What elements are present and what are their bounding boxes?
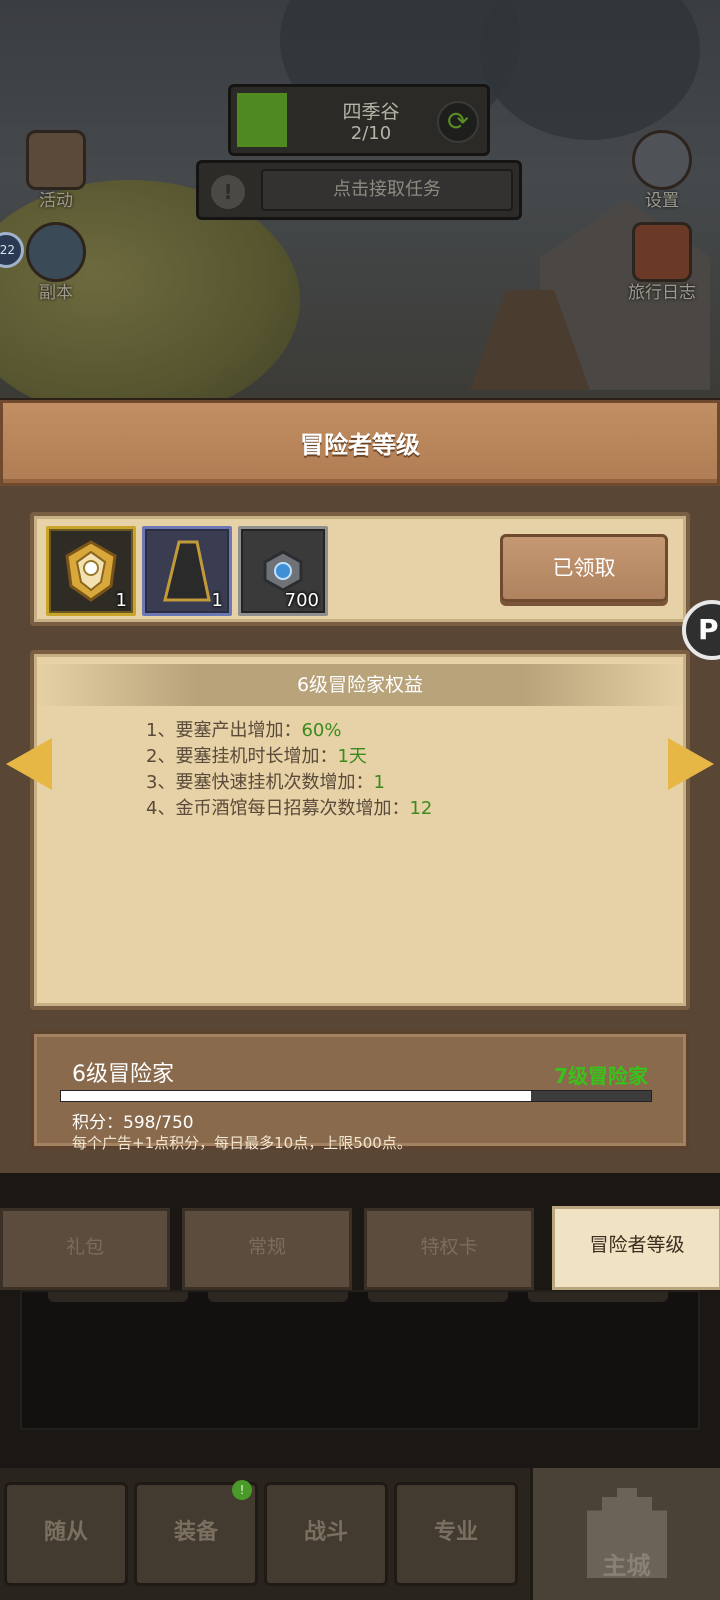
stage-progress: 2/10 bbox=[350, 123, 392, 144]
score-note: 每个广告+1点积分，每日最多10点，上限500点。 bbox=[72, 1134, 412, 1152]
benefit-list: 1、要塞产出增加：60% 2、要塞挂机时长增加：1天 3、要塞快速挂机次数增加：… bbox=[146, 718, 432, 822]
current-level: 6级冒险家 bbox=[72, 1062, 174, 1087]
main-city-label: 主城 bbox=[602, 1552, 651, 1580]
helmet-icon bbox=[65, 540, 117, 602]
claimed-button[interactable]: 已领取 bbox=[500, 534, 668, 602]
hidden-item bbox=[208, 1292, 348, 1302]
benefit-value: 12 bbox=[409, 798, 433, 819]
reward-item[interactable]: 1 bbox=[142, 526, 232, 616]
event-button[interactable]: 活动 bbox=[16, 130, 96, 211]
event-label: 活动 bbox=[39, 191, 73, 211]
benefit-item: 2、要塞挂机时长增加：1天 bbox=[146, 744, 432, 770]
level-progress-card: 6级冒险家 7级冒险家 积分：598/750 每个广告+1点积分，每日最多10点… bbox=[30, 1030, 690, 1152]
next-level: 7级冒险家 bbox=[554, 1064, 648, 1088]
task-bar[interactable]: ! 点击接取任务 bbox=[196, 160, 522, 220]
benefit-card: 6级冒险家权益 1、要塞产出增加：60% 2、要塞挂机时长增加：1天 3、要塞快… bbox=[30, 650, 690, 1010]
benefit-title: 6级冒险家权益 bbox=[34, 664, 686, 706]
reward-card: 1 1 700 已领取 bbox=[30, 512, 690, 626]
stage-indicator[interactable]: 四季谷 2/10 ⟳ bbox=[228, 84, 490, 156]
benefit-label: 3、要塞快速挂机次数增加： bbox=[146, 772, 374, 793]
tab-privilege-card[interactable]: 特权卡 bbox=[364, 1208, 534, 1290]
score-label: 积分： bbox=[72, 1113, 123, 1133]
settings-button[interactable]: 设置 bbox=[622, 130, 702, 211]
gem-icon bbox=[263, 550, 303, 592]
nav-battle[interactable]: 战斗 bbox=[264, 1482, 388, 1586]
benefit-item: 4、金币酒馆每日招募次数增加：12 bbox=[146, 796, 432, 822]
benefit-item: 3、要塞快速挂机次数增加：1 bbox=[146, 770, 432, 796]
exclamation-icon: ! bbox=[211, 175, 245, 209]
panel-header: 冒险者等级 bbox=[0, 400, 720, 486]
panel-title: 冒险者等级 bbox=[300, 431, 420, 459]
tab-regular[interactable]: 常规 bbox=[182, 1208, 352, 1290]
nav-profession[interactable]: 专业 bbox=[394, 1482, 518, 1586]
reward-item[interactable]: 700 bbox=[238, 526, 328, 616]
hidden-item bbox=[48, 1292, 188, 1302]
adventurer-level-panel: 冒险者等级 1 1 700 已领取 6级冒险家权益 1、要塞产出增加：60% 2… bbox=[0, 398, 720, 1173]
tab-bar: 礼包 常规 特权卡 冒险者等级 bbox=[0, 1178, 720, 1290]
journal-label: 旅行日志 bbox=[628, 283, 696, 303]
notification-dot: ! bbox=[232, 1480, 252, 1500]
score-progress-bar bbox=[60, 1090, 652, 1102]
score-value: 598/750 bbox=[123, 1113, 194, 1133]
benefit-label: 4、金币酒馆每日招募次数增加： bbox=[146, 798, 410, 819]
hidden-item bbox=[368, 1292, 508, 1302]
benefit-item: 1、要塞产出增加：60% bbox=[146, 718, 432, 744]
dungeon-button[interactable]: 副本 bbox=[16, 222, 96, 303]
lower-content-area bbox=[20, 1290, 700, 1430]
nav-main-city[interactable]: 主城 bbox=[530, 1468, 720, 1600]
nav-followers[interactable]: 随从 bbox=[4, 1482, 128, 1586]
gear-icon bbox=[632, 130, 692, 190]
next-level-arrow-icon[interactable] bbox=[668, 738, 714, 790]
reward-qty: 700 bbox=[284, 590, 319, 611]
bottom-nav: 随从 装备 战斗 专业 主城 bbox=[0, 1468, 720, 1600]
benefit-label: 1、要塞产出增加： bbox=[146, 720, 302, 741]
benefit-value: 60% bbox=[301, 720, 342, 741]
score-progress-fill bbox=[61, 1091, 532, 1101]
hidden-item bbox=[528, 1292, 668, 1302]
cape-icon bbox=[163, 540, 211, 602]
refresh-icon[interactable]: ⟳ bbox=[437, 101, 479, 143]
tab-adventurer-level[interactable]: 冒险者等级 bbox=[552, 1206, 720, 1290]
benefit-value: 1天 bbox=[337, 746, 367, 767]
benefit-label: 2、要塞挂机时长增加： bbox=[146, 746, 338, 767]
tab-gift-pack[interactable]: 礼包 bbox=[0, 1208, 170, 1290]
reward-qty: 1 bbox=[211, 590, 223, 611]
journal-button[interactable]: 旅行日志 bbox=[622, 222, 702, 303]
event-icon bbox=[26, 130, 86, 190]
settings-label: 设置 bbox=[645, 191, 679, 211]
journal-icon bbox=[632, 222, 692, 282]
dungeon-icon bbox=[26, 222, 86, 282]
previous-level-arrow-icon[interactable] bbox=[6, 738, 52, 790]
benefit-value: 1 bbox=[373, 772, 385, 793]
screen: 四季谷 2/10 ⟳ ! 点击接取任务 活动 副本 22 设置 旅行日志 冒险者… bbox=[0, 0, 720, 1600]
tree bbox=[480, 0, 700, 140]
accept-task-button[interactable]: 点击接取任务 bbox=[261, 169, 513, 211]
dungeon-label: 副本 bbox=[39, 283, 73, 303]
stage-progress-marker bbox=[237, 93, 287, 147]
reward-item[interactable]: 1 bbox=[46, 526, 136, 616]
stage-name: 四季谷 bbox=[342, 101, 400, 123]
reward-qty: 1 bbox=[115, 590, 127, 611]
score-line: 积分：598/750 bbox=[72, 1108, 194, 1133]
